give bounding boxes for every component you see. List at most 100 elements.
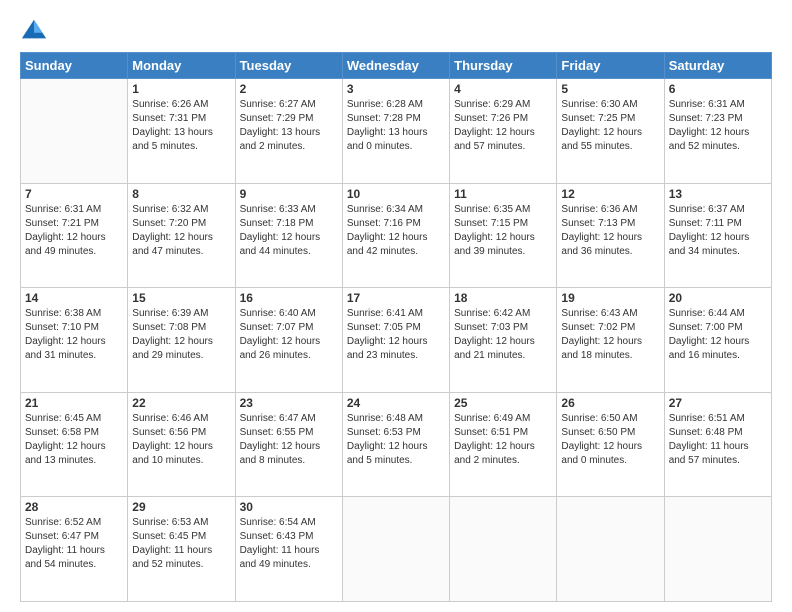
day-number: 30 [240,500,338,514]
calendar-week-row: 28 Sunrise: 6:52 AM Sunset: 6:47 PM Dayli… [21,497,772,602]
day-number: 14 [25,291,123,305]
day-number: 4 [454,82,552,96]
day-info: Sunrise: 6:37 AM Sunset: 7:11 PM Dayligh… [669,203,767,259]
day-number: 2 [240,82,338,96]
calendar-cell: 21 Sunrise: 6:45 AM Sunset: 6:58 PM Dayli… [21,392,128,497]
calendar-day-header: Sunday [21,53,128,79]
calendar-cell: 28 Sunrise: 6:52 AM Sunset: 6:47 PM Dayli… [21,497,128,602]
day-number: 10 [347,187,445,201]
day-info: Sunrise: 6:31 AM Sunset: 7:23 PM Dayligh… [669,98,767,154]
day-info: Sunrise: 6:50 AM Sunset: 6:50 PM Dayligh… [561,412,659,468]
day-info: Sunrise: 6:32 AM Sunset: 7:20 PM Dayligh… [132,203,230,259]
day-info: Sunrise: 6:48 AM Sunset: 6:53 PM Dayligh… [347,412,445,468]
calendar-cell: 10 Sunrise: 6:34 AM Sunset: 7:16 PM Dayli… [342,183,449,288]
calendar-day-header: Saturday [664,53,771,79]
day-info: Sunrise: 6:46 AM Sunset: 6:56 PM Dayligh… [132,412,230,468]
day-number: 23 [240,396,338,410]
day-info: Sunrise: 6:29 AM Sunset: 7:26 PM Dayligh… [454,98,552,154]
calendar-cell [557,497,664,602]
calendar-day-header: Friday [557,53,664,79]
day-info: Sunrise: 6:47 AM Sunset: 6:55 PM Dayligh… [240,412,338,468]
calendar-week-row: 14 Sunrise: 6:38 AM Sunset: 7:10 PM Dayli… [21,288,772,393]
day-info: Sunrise: 6:35 AM Sunset: 7:15 PM Dayligh… [454,203,552,259]
day-number: 28 [25,500,123,514]
day-info: Sunrise: 6:28 AM Sunset: 7:28 PM Dayligh… [347,98,445,154]
calendar-cell: 1Sunrise: 6:26 AM Sunset: 7:31 PM Daylig… [128,79,235,184]
calendar-cell: 22 Sunrise: 6:46 AM Sunset: 6:56 PM Dayli… [128,392,235,497]
day-number: 7 [25,187,123,201]
calendar-cell: 30 Sunrise: 6:54 AM Sunset: 6:43 PM Dayli… [235,497,342,602]
day-number: 20 [669,291,767,305]
calendar-week-row: 21 Sunrise: 6:45 AM Sunset: 6:58 PM Dayli… [21,392,772,497]
calendar-cell: 20 Sunrise: 6:44 AM Sunset: 7:00 PM Dayli… [664,288,771,393]
day-number: 25 [454,396,552,410]
calendar-cell: 26 Sunrise: 6:50 AM Sunset: 6:50 PM Dayli… [557,392,664,497]
day-info: Sunrise: 6:30 AM Sunset: 7:25 PM Dayligh… [561,98,659,154]
calendar-day-header: Monday [128,53,235,79]
calendar-table: SundayMondayTuesdayWednesdayThursdayFrid… [20,52,772,602]
day-info: Sunrise: 6:52 AM Sunset: 6:47 PM Dayligh… [25,516,123,572]
calendar-cell: 17 Sunrise: 6:41 AM Sunset: 7:05 PM Dayli… [342,288,449,393]
day-number: 16 [240,291,338,305]
day-number: 27 [669,396,767,410]
day-number: 19 [561,291,659,305]
calendar-week-row: 1Sunrise: 6:26 AM Sunset: 7:31 PM Daylig… [21,79,772,184]
calendar-cell: 23 Sunrise: 6:47 AM Sunset: 6:55 PM Dayli… [235,392,342,497]
day-info: Sunrise: 6:45 AM Sunset: 6:58 PM Dayligh… [25,412,123,468]
day-info: Sunrise: 6:51 AM Sunset: 6:48 PM Dayligh… [669,412,767,468]
day-number: 5 [561,82,659,96]
calendar-cell: 12 Sunrise: 6:36 AM Sunset: 7:13 PM Dayli… [557,183,664,288]
header [20,16,772,44]
page: SundayMondayTuesdayWednesdayThursdayFrid… [0,0,792,612]
calendar-cell: 29 Sunrise: 6:53 AM Sunset: 6:45 PM Dayli… [128,497,235,602]
day-info: Sunrise: 6:38 AM Sunset: 7:10 PM Dayligh… [25,307,123,363]
calendar-cell [21,79,128,184]
calendar-day-header: Thursday [450,53,557,79]
calendar-cell: 5 Sunrise: 6:30 AM Sunset: 7:25 PM Daylig… [557,79,664,184]
day-number: 29 [132,500,230,514]
day-number: 26 [561,396,659,410]
calendar-cell: 13Sunrise: 6:37 AM Sunset: 7:11 PM Dayli… [664,183,771,288]
day-info: Sunrise: 6:31 AM Sunset: 7:21 PM Dayligh… [25,203,123,259]
day-number: 11 [454,187,552,201]
day-info: Sunrise: 6:26 AM Sunset: 7:31 PM Dayligh… [132,98,230,154]
day-number: 9 [240,187,338,201]
day-number: 17 [347,291,445,305]
calendar-cell: 19 Sunrise: 6:43 AM Sunset: 7:02 PM Dayli… [557,288,664,393]
calendar-day-header: Tuesday [235,53,342,79]
calendar-cell: 15 Sunrise: 6:39 AM Sunset: 7:08 PM Dayli… [128,288,235,393]
calendar-cell: 27 Sunrise: 6:51 AM Sunset: 6:48 PM Dayli… [664,392,771,497]
calendar-header-row: SundayMondayTuesdayWednesdayThursdayFrid… [21,53,772,79]
day-number: 24 [347,396,445,410]
day-info: Sunrise: 6:34 AM Sunset: 7:16 PM Dayligh… [347,203,445,259]
logo [20,16,50,44]
calendar-cell: 8Sunrise: 6:32 AM Sunset: 7:20 PM Daylig… [128,183,235,288]
day-info: Sunrise: 6:39 AM Sunset: 7:08 PM Dayligh… [132,307,230,363]
day-number: 12 [561,187,659,201]
day-info: Sunrise: 6:27 AM Sunset: 7:29 PM Dayligh… [240,98,338,154]
calendar-cell: 4 Sunrise: 6:29 AM Sunset: 7:26 PM Daylig… [450,79,557,184]
day-info: Sunrise: 6:41 AM Sunset: 7:05 PM Dayligh… [347,307,445,363]
day-number: 21 [25,396,123,410]
day-number: 18 [454,291,552,305]
calendar-cell: 3Sunrise: 6:28 AM Sunset: 7:28 PM Daylig… [342,79,449,184]
day-info: Sunrise: 6:54 AM Sunset: 6:43 PM Dayligh… [240,516,338,572]
day-info: Sunrise: 6:44 AM Sunset: 7:00 PM Dayligh… [669,307,767,363]
day-info: Sunrise: 6:53 AM Sunset: 6:45 PM Dayligh… [132,516,230,572]
calendar-cell: 14 Sunrise: 6:38 AM Sunset: 7:10 PM Dayli… [21,288,128,393]
day-info: Sunrise: 6:42 AM Sunset: 7:03 PM Dayligh… [454,307,552,363]
calendar-cell: 11 Sunrise: 6:35 AM Sunset: 7:15 PM Dayli… [450,183,557,288]
calendar-cell [450,497,557,602]
calendar-cell: 7 Sunrise: 6:31 AM Sunset: 7:21 PM Daylig… [21,183,128,288]
day-number: 6 [669,82,767,96]
day-number: 22 [132,396,230,410]
calendar-cell: 2 Sunrise: 6:27 AM Sunset: 7:29 PM Daylig… [235,79,342,184]
calendar-week-row: 7 Sunrise: 6:31 AM Sunset: 7:21 PM Daylig… [21,183,772,288]
day-info: Sunrise: 6:43 AM Sunset: 7:02 PM Dayligh… [561,307,659,363]
calendar-cell: 9Sunrise: 6:33 AM Sunset: 7:18 PM Daylig… [235,183,342,288]
calendar-cell: 18 Sunrise: 6:42 AM Sunset: 7:03 PM Dayli… [450,288,557,393]
calendar-cell: 25Sunrise: 6:49 AM Sunset: 6:51 PM Dayli… [450,392,557,497]
day-info: Sunrise: 6:36 AM Sunset: 7:13 PM Dayligh… [561,203,659,259]
day-number: 15 [132,291,230,305]
logo-icon [20,16,48,44]
